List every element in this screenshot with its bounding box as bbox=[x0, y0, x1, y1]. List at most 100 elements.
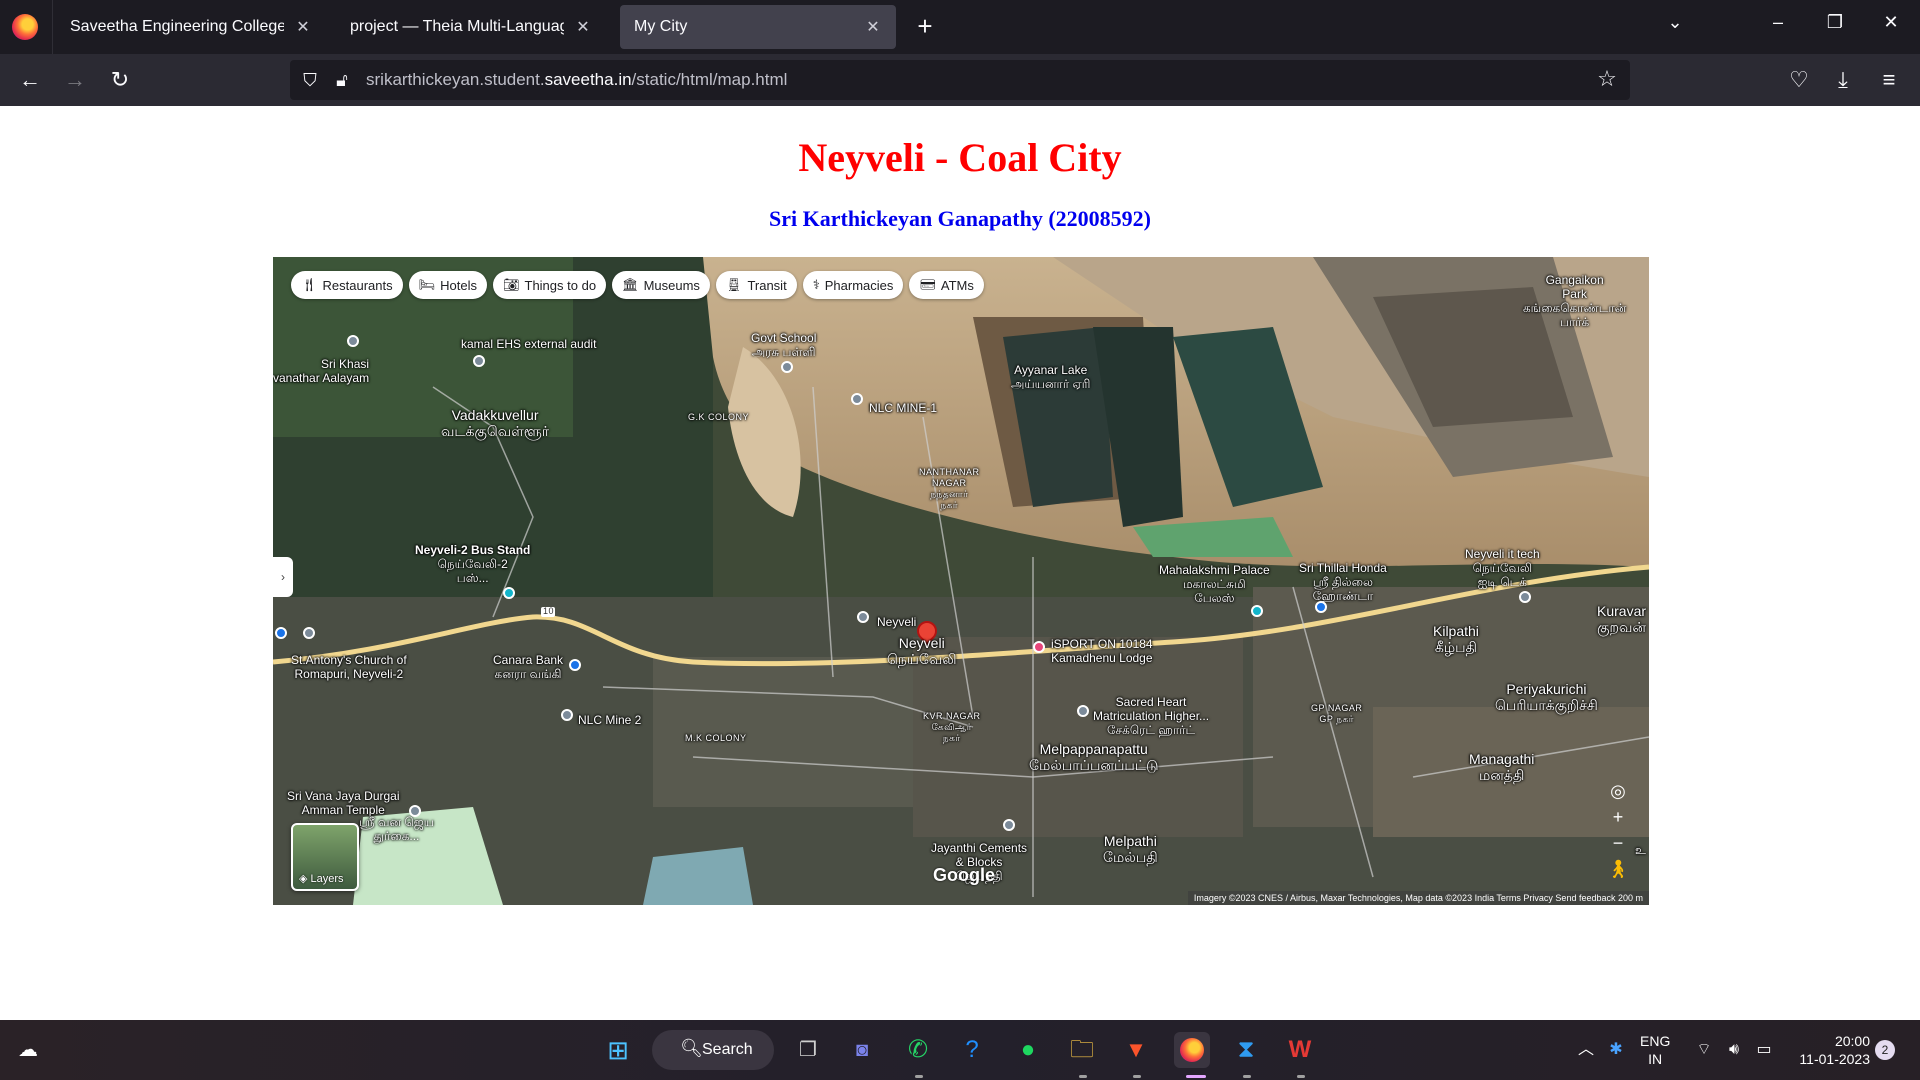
map-attribution[interactable]: Imagery ©2023 CNES / Airbus, Maxar Techn… bbox=[1187, 891, 1649, 905]
tab-close-icon[interactable]: ✕ bbox=[574, 17, 592, 37]
chip-museums[interactable]: 🏛︎ Museums bbox=[612, 271, 710, 299]
chip-restaurants[interactable]: 🍴︎ Restaurants bbox=[291, 271, 403, 299]
layers-button[interactable]: ◈ Layers bbox=[291, 823, 359, 891]
place-label-neyveli[interactable]: Neyveli நெய்வேலி bbox=[887, 635, 956, 667]
input-language[interactable]: ENG IN bbox=[1640, 1020, 1670, 1080]
place-label-managathi[interactable]: Managathi மனத்தி bbox=[1469, 751, 1534, 783]
place-label-sacred-heart[interactable]: Sacred Heart Matriculation Higher... சேக்ர… bbox=[1093, 695, 1209, 737]
tab-project-theia[interactable]: project — Theia Multi-Language Ex ✕ bbox=[336, 5, 606, 49]
place-label-gp-nagar[interactable]: GP NAGAR GP நகர் bbox=[1311, 703, 1362, 725]
hotel-pin-icon[interactable] bbox=[1251, 605, 1263, 617]
place-label-ayyanar-lake[interactable]: Ayyanar Lake அய்யனார் ஏரி bbox=[1011, 363, 1090, 391]
bus-pin-icon[interactable] bbox=[503, 587, 515, 599]
tab-my-city[interactable]: My City ✕ bbox=[620, 5, 896, 49]
help-icon[interactable]: ? bbox=[954, 1032, 990, 1068]
place-label-st-antony-church[interactable]: St.Antony's Church of Romapuri, Neyveli-2 bbox=[291, 653, 407, 681]
tab-saveetha[interactable]: Saveetha Engineering College ✕ bbox=[56, 5, 326, 49]
start-windows-icon[interactable]: ⊞ bbox=[600, 1032, 636, 1068]
place-label-sri-khasi[interactable]: Sri Khasi vanathar Aalayam bbox=[273, 357, 369, 385]
spotify-icon[interactable]: ● bbox=[1010, 1032, 1046, 1068]
pegman-icon[interactable]: 🚶︎ bbox=[1603, 857, 1633, 883]
place-label-melpappanapattu[interactable]: Melpappanapattu மேல்பாப்பனப்பட்டு bbox=[1029, 741, 1158, 773]
bank-pin-icon[interactable] bbox=[569, 659, 581, 671]
mine2-pin-icon[interactable] bbox=[561, 709, 573, 721]
downloads-icon[interactable]: ⤓ bbox=[1828, 66, 1858, 96]
place-label-vana-durgai-temple[interactable]: Sri Vana Jaya Durgai Amman Temple bbox=[287, 789, 400, 817]
shield-icon[interactable]: ⛉ bbox=[298, 68, 322, 92]
lock-insecure-icon[interactable]: 🔓︎ bbox=[330, 68, 354, 92]
place-label-gk-colony[interactable]: G.K COLONY bbox=[688, 412, 749, 423]
place-label-neyveli-small[interactable]: Neyveli bbox=[877, 615, 916, 629]
firefox-logo-icon[interactable] bbox=[12, 14, 38, 40]
place-label-vadakkuvellur[interactable]: Vadakkuvellur வடக்குவெள்ளூர் bbox=[441, 407, 549, 439]
embedded-map[interactable]: 🍴︎ Restaurants 🛏︎ Hotels 📷︎ Things to do 🏛︎… bbox=[273, 257, 1649, 905]
tab-close-icon[interactable]: ✕ bbox=[864, 17, 882, 37]
neyveli-station-pin-icon[interactable] bbox=[857, 611, 869, 623]
zoom-in-button[interactable]: + bbox=[1603, 805, 1633, 831]
teams-chat-icon[interactable]: ◙ bbox=[844, 1032, 880, 1068]
place-label-kilpathi[interactable]: Kilpathi கீழ்பதி bbox=[1433, 623, 1479, 655]
bluetooth-icon[interactable]: ✱ bbox=[1598, 1032, 1634, 1068]
place-label-isport-kamadhenu[interactable]: iSPORT ON 10184 Kamadhenu Lodge bbox=[1051, 637, 1153, 665]
brave-browser-icon[interactable]: ▼ bbox=[1118, 1032, 1154, 1068]
temple-pin-icon[interactable] bbox=[347, 335, 359, 347]
battery-icon[interactable]: ▭ bbox=[1746, 1032, 1782, 1068]
place-label-gangaikon-park[interactable]: Gangaikon Park கங்கைகொண்டான் பார்க் bbox=[1523, 273, 1626, 329]
taskbar-search-button[interactable]: 🔍︎ Search bbox=[652, 1030, 774, 1070]
tab-close-icon[interactable]: ✕ bbox=[294, 17, 312, 37]
list-all-tabs-chevron-icon[interactable]: ⌄ bbox=[1660, 12, 1690, 33]
chip-transit[interactable]: 🚆︎ Transit bbox=[715, 271, 797, 299]
menu-hamburger-icon[interactable]: ≡ bbox=[1874, 66, 1904, 96]
place-label-neyveli-it-tech[interactable]: Neyveli it tech நெய்வேலி ஐடி டெக் bbox=[1465, 547, 1540, 589]
task-view-icon[interactable]: ❐ bbox=[790, 1032, 826, 1068]
chip-pharmacies[interactable]: ⚕︎ Pharmacies bbox=[802, 271, 904, 299]
reload-icon[interactable]: ↻ bbox=[105, 66, 135, 96]
place-label-nlc-mine-2[interactable]: NLC Mine 2 bbox=[578, 713, 641, 727]
url-bar[interactable]: ⛉ 🔓︎ srikarthickeyan.student.saveetha.in… bbox=[290, 60, 1630, 100]
place-label-periyakurichi[interactable]: Periyakurichi பெரியாக்குறிச்சி bbox=[1495, 681, 1598, 713]
place-label-vana-durgai-ta[interactable]: ஸ்ரீ வன ஜெய துர்கை... bbox=[359, 815, 434, 843]
cement-pin-icon[interactable] bbox=[1003, 819, 1015, 831]
temple-pin-icon-2[interactable] bbox=[409, 805, 421, 817]
weather-icon[interactable]: ☁ bbox=[10, 1032, 46, 1068]
forward-arrow-icon[interactable]: → bbox=[60, 66, 90, 96]
mine-pin-icon[interactable] bbox=[851, 393, 863, 405]
back-arrow-icon[interactable]: ← bbox=[15, 66, 45, 96]
school-pin-icon[interactable] bbox=[781, 361, 793, 373]
new-tab-button[interactable]: + bbox=[912, 10, 938, 44]
audit-pin-icon[interactable] bbox=[473, 355, 485, 367]
place-label-nlc-mine-1[interactable]: NLC MINE-1 bbox=[869, 401, 937, 415]
school-pin-icon-2[interactable] bbox=[1077, 705, 1089, 717]
system-clock[interactable]: 20:00 11-01-2023 bbox=[1790, 1032, 1870, 1068]
close-window-icon[interactable]: ✕ bbox=[1876, 12, 1906, 33]
firefox-taskbar-icon[interactable] bbox=[1174, 1032, 1210, 1068]
place-label-govt-school[interactable]: Govt School அரசு பள்ளி bbox=[751, 331, 816, 359]
url-text[interactable]: srikarthickeyan.student.saveetha.in/stat… bbox=[366, 70, 787, 90]
place-label-mk-colony[interactable]: M.K COLONY bbox=[685, 733, 747, 744]
place-label-kamal-ehs[interactable]: kamal EHS external audit bbox=[461, 337, 596, 351]
place-label-bus-stand[interactable]: Neyveli-2 Bus Stand நெய்வேலி-2 பஸ்... bbox=[415, 543, 530, 585]
whatsapp-icon[interactable]: ✆ bbox=[900, 1032, 936, 1068]
place-label-nanthanar-nagar[interactable]: NANTHANAR NAGAR நந்தனார் நகர் bbox=[919, 467, 980, 511]
vscode-icon[interactable]: ⧗ bbox=[1228, 1032, 1264, 1068]
bookmark-star-icon[interactable]: ☆ bbox=[1594, 66, 1620, 92]
chip-atms[interactable]: 💳︎ ATMs bbox=[909, 271, 984, 299]
place-label-sri-thillai-honda[interactable]: Sri Thillai Honda ஸ்ரீ தில்லை ஹோண்டா bbox=[1299, 561, 1387, 603]
file-explorer-icon[interactable]: 🗀 bbox=[1064, 1032, 1100, 1068]
car-dealer-pin-icon[interactable] bbox=[1315, 601, 1327, 613]
chip-hotels[interactable]: 🛏︎ Hotels bbox=[408, 271, 487, 299]
collapse-side-panel-button[interactable]: › bbox=[273, 557, 293, 597]
place-label-mahalakshmi-palace[interactable]: Mahalakshmi Palace மகாலட்சுமி பேலஸ் bbox=[1159, 563, 1270, 605]
shop-pin-icon[interactable] bbox=[1033, 641, 1045, 653]
atm-pin-icon[interactable] bbox=[275, 627, 287, 639]
church-pin-icon[interactable] bbox=[303, 627, 315, 639]
my-location-icon[interactable]: ◎ bbox=[1603, 779, 1633, 805]
place-label-kvr-nagar[interactable]: KVR NAGAR கேவிஆர் நகர் bbox=[923, 711, 981, 744]
place-label-canara-bank[interactable]: Canara Bank கனரா வங்கி bbox=[493, 653, 563, 681]
notification-count-badge[interactable]: 2 bbox=[1875, 1040, 1895, 1060]
minimize-icon[interactable]: – bbox=[1763, 12, 1793, 33]
office-pin-icon[interactable] bbox=[1519, 591, 1531, 603]
restore-icon[interactable]: ❐ bbox=[1820, 12, 1850, 33]
place-label-melpathi[interactable]: Melpathi மேல்பதி bbox=[1103, 833, 1158, 865]
chip-things-to-do[interactable]: 📷︎ Things to do bbox=[492, 271, 607, 299]
